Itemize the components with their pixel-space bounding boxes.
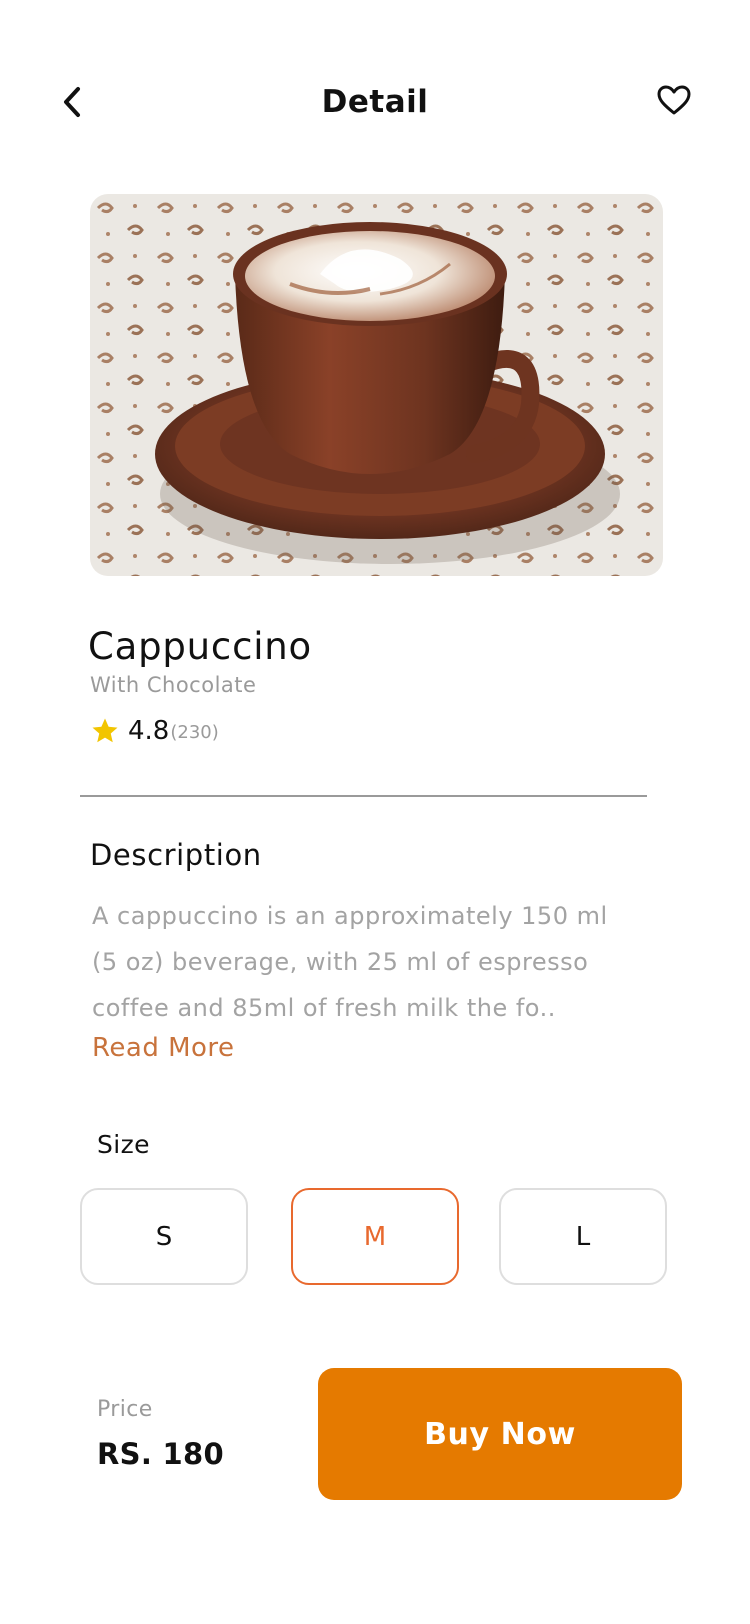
divider (80, 795, 647, 797)
size-option-s[interactable]: S (80, 1188, 248, 1285)
top-bar: Detail (0, 0, 750, 200)
favorite-button[interactable] (652, 78, 696, 122)
size-heading: Size (97, 1130, 150, 1159)
description-text: A cappuccino is an approximately 150 ml … (92, 902, 608, 1022)
rating: 4.8 (230) (90, 716, 219, 746)
star-icon (92, 718, 118, 743)
buy-now-button[interactable]: Buy Now (318, 1368, 682, 1500)
page-title: Detail (321, 84, 429, 120)
description-heading: Description (90, 838, 262, 872)
rating-count: (230) (170, 722, 219, 743)
product-name: Cappuccino (88, 625, 312, 668)
product-image (90, 194, 663, 576)
size-option-m[interactable]: M (291, 1188, 459, 1285)
size-option-l[interactable]: L (499, 1188, 667, 1285)
heart-outline-icon (657, 85, 691, 115)
read-more-link[interactable]: Read More (92, 1033, 235, 1063)
cappuccino-cup-illustration (90, 194, 663, 576)
price-value: RS. 180 (97, 1437, 224, 1471)
rating-value: 4.8 (128, 716, 170, 746)
price-label: Price (97, 1397, 153, 1422)
product-subtitle: With Chocolate (90, 673, 257, 697)
